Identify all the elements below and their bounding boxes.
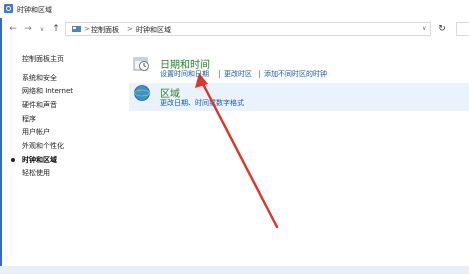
back-arrow-icon[interactable]: ← — [8, 24, 18, 35]
sidebar-item-system-security[interactable]: 系统和安全 — [22, 73, 57, 83]
annotation-arrow — [195, 73, 279, 229]
clock-calendar-icon — [133, 57, 149, 71]
search-input[interactable] — [456, 22, 469, 36]
address-bar[interactable]: > 控制面板 > 时钟和区域 ∨ — [65, 22, 431, 36]
recent-dropdown-icon[interactable]: ∨ — [37, 24, 47, 35]
sidebar-item-ease-of-access[interactable]: 轻松使用 — [22, 168, 50, 178]
link-divider — [219, 70, 220, 78]
control-panel-icon — [72, 26, 81, 32]
breadcrumb-clock-region[interactable]: 时钟和区域 — [136, 25, 171, 35]
window-title: 时钟和区域 — [17, 6, 52, 14]
selected-bullet-icon — [11, 158, 15, 162]
forward-arrow-icon[interactable]: → — [23, 24, 33, 35]
sidebar-item-hardware-sound[interactable]: 硬件和声音 — [22, 100, 57, 110]
sidebar-item-home[interactable]: 控制面板主页 — [22, 54, 64, 64]
sidebar-item-programs[interactable]: 程序 — [22, 114, 36, 124]
globe-icon — [134, 85, 150, 101]
title-bar: 时钟和区域 — [0, 0, 469, 18]
window-left-border — [0, 0, 2, 274]
sidebar-item-appearance[interactable]: 外观和个性化 — [22, 141, 64, 151]
address-dropdown-icon[interactable]: ∨ — [422, 25, 426, 32]
up-arrow-icon[interactable]: ↑ — [51, 24, 61, 35]
taskbar-strip — [0, 266, 469, 274]
link-set-time-date[interactable]: 设置时间和日期 — [160, 69, 209, 79]
sidebar-item-user-accounts[interactable]: 用户帐户 — [22, 127, 50, 137]
clock-region-app-icon — [4, 4, 13, 13]
link-divider — [259, 70, 260, 78]
sidebar-item-network[interactable]: 网络和 Internet — [22, 86, 73, 96]
breadcrumb-control-panel[interactable]: 控制面板 — [91, 25, 119, 35]
refresh-icon[interactable]: ↻ — [437, 24, 447, 34]
link-change-time-zone[interactable]: 更改时区 — [224, 69, 252, 79]
breadcrumb-separator: > — [127, 25, 133, 33]
sidebar-item-clock-region[interactable]: 时钟和区域 — [22, 155, 57, 165]
link-add-clocks[interactable]: 添加不同时区的时钟 — [264, 69, 327, 79]
link-change-formats[interactable]: 更改日期、时间或数字格式 — [160, 98, 244, 108]
breadcrumb-separator: > — [84, 25, 90, 33]
